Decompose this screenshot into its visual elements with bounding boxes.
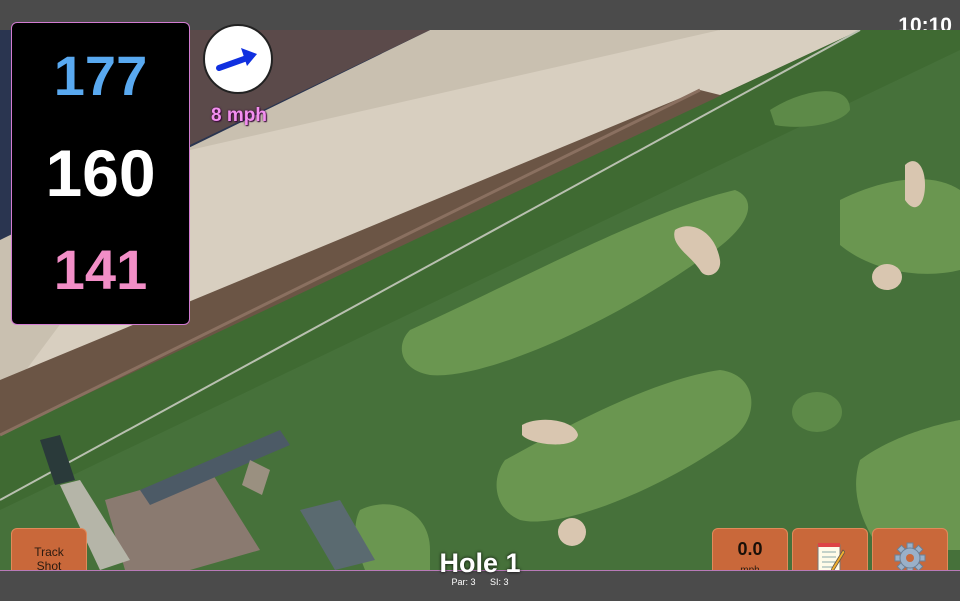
distance-panel: 177 160 141 bbox=[11, 22, 190, 325]
wind-indicator bbox=[203, 24, 273, 94]
distance-middle: 160 bbox=[45, 136, 156, 210]
distance-front: 141 bbox=[53, 238, 148, 301]
notepad-icon bbox=[817, 542, 845, 572]
hole-title: Hole 1 bbox=[439, 548, 521, 578]
gear-icon bbox=[894, 542, 926, 573]
wind-speed: 8 mph bbox=[211, 105, 267, 126]
hole-par: Par: 3 bbox=[451, 577, 476, 587]
speed-value: 0.0 bbox=[737, 539, 763, 559]
distance-back: 177 bbox=[53, 44, 148, 107]
track-shot-label-line1: Track bbox=[34, 545, 64, 559]
hole-stroke-index: SI: 3 bbox=[490, 577, 509, 587]
hole-info: Par: 3 SI: 3 bbox=[380, 577, 580, 587]
wind-arrow-icon bbox=[216, 48, 257, 71]
